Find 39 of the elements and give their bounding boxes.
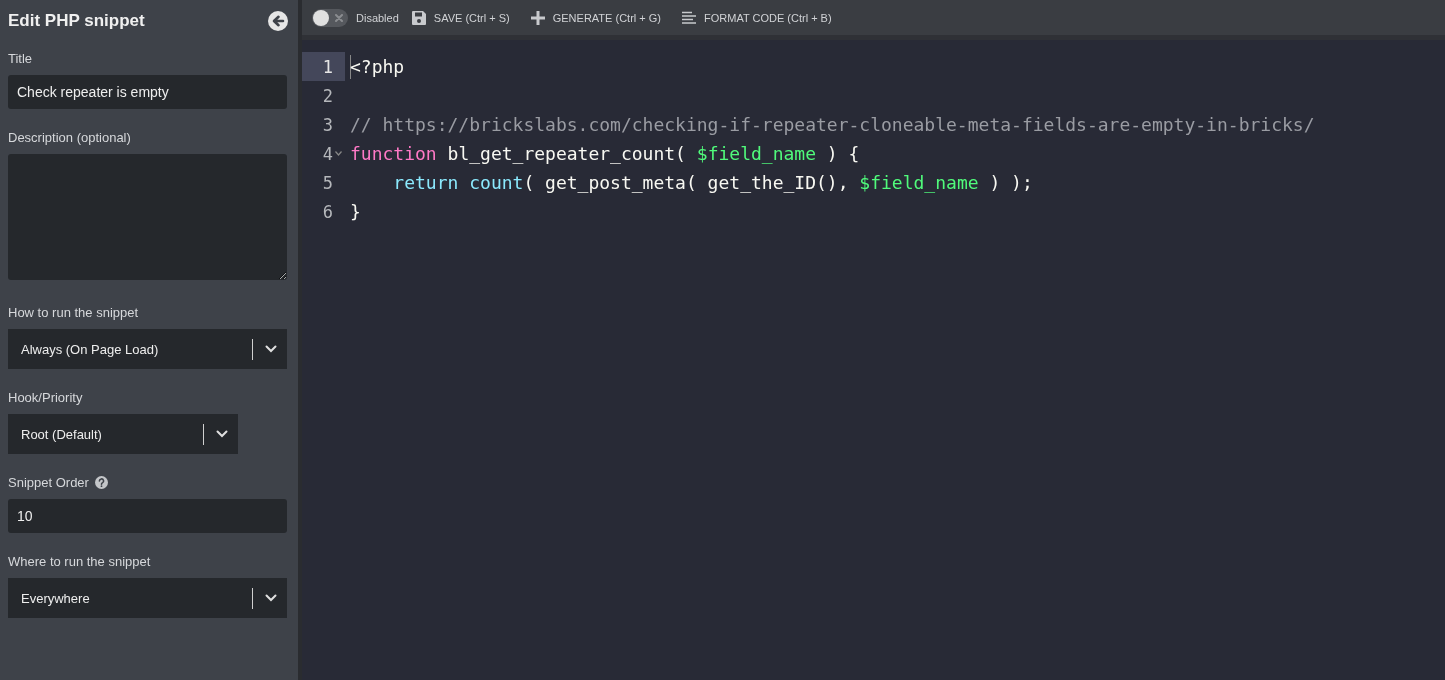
field-label: Description (optional) bbox=[8, 130, 131, 145]
code-line: } bbox=[349, 200, 361, 224]
toolbar-button[interactable]: GENERATE (Ctrl + G) bbox=[529, 9, 661, 26]
field-label: Snippet Order bbox=[8, 475, 89, 490]
panel-title: Edit PHP snippet bbox=[8, 11, 145, 31]
line-number: 2 bbox=[321, 84, 334, 108]
chevron-down-icon bbox=[265, 345, 277, 353]
field-label: Hook/Priority bbox=[8, 390, 83, 405]
code-line: <?php bbox=[349, 53, 405, 81]
fold-caret-icon bbox=[334, 151, 342, 156]
plus-icon bbox=[529, 9, 546, 26]
align-left-icon bbox=[681, 10, 697, 25]
text-cursor bbox=[350, 54, 351, 79]
code-line: return count( get_post_meta( get_the_ID(), $field_name ) ); bbox=[392, 171, 1033, 195]
dropdown[interactable]: Everywhere bbox=[8, 578, 287, 618]
field-label: Title bbox=[8, 51, 33, 66]
line-number: 6 bbox=[321, 200, 334, 224]
toolbar-button[interactable]: FORMAT CODE (Ctrl + B) bbox=[681, 10, 832, 25]
chevron-down-icon bbox=[216, 430, 228, 438]
line-number: 5 bbox=[321, 171, 334, 195]
code-line: function bl_get_repeater_count( $field_name ) { bbox=[349, 142, 860, 166]
input-field[interactable]: 10 bbox=[8, 499, 287, 533]
field-label: How to run the snippet bbox=[8, 305, 139, 320]
back-button[interactable] bbox=[268, 11, 288, 31]
toggle-switch[interactable] bbox=[312, 8, 348, 27]
toolbar-button[interactable]: SAVE (Ctrl + S) bbox=[410, 9, 510, 26]
dropdown[interactable]: Always (On Page Load) bbox=[8, 329, 287, 369]
cross-icon bbox=[335, 13, 343, 22]
save-floppy-icon bbox=[410, 9, 427, 26]
toggle-label: Disabled bbox=[356, 11, 399, 24]
line-number: 4 bbox=[302, 139, 345, 168]
help-icon bbox=[94, 476, 108, 489]
line-number: 1 bbox=[302, 52, 345, 81]
dropdown[interactable]: Root (Default) bbox=[8, 414, 238, 454]
input-field[interactable]: Check repeater is empty bbox=[8, 75, 287, 109]
field-label: Where to run the snippet bbox=[8, 554, 151, 569]
line-number: 3 bbox=[321, 113, 334, 137]
chevron-down-icon bbox=[265, 594, 277, 602]
code-line: // https://brickslabs.com/checking-if-repeater-cloneable-meta-fields-are-empty-in-bricks/ bbox=[349, 113, 1315, 137]
